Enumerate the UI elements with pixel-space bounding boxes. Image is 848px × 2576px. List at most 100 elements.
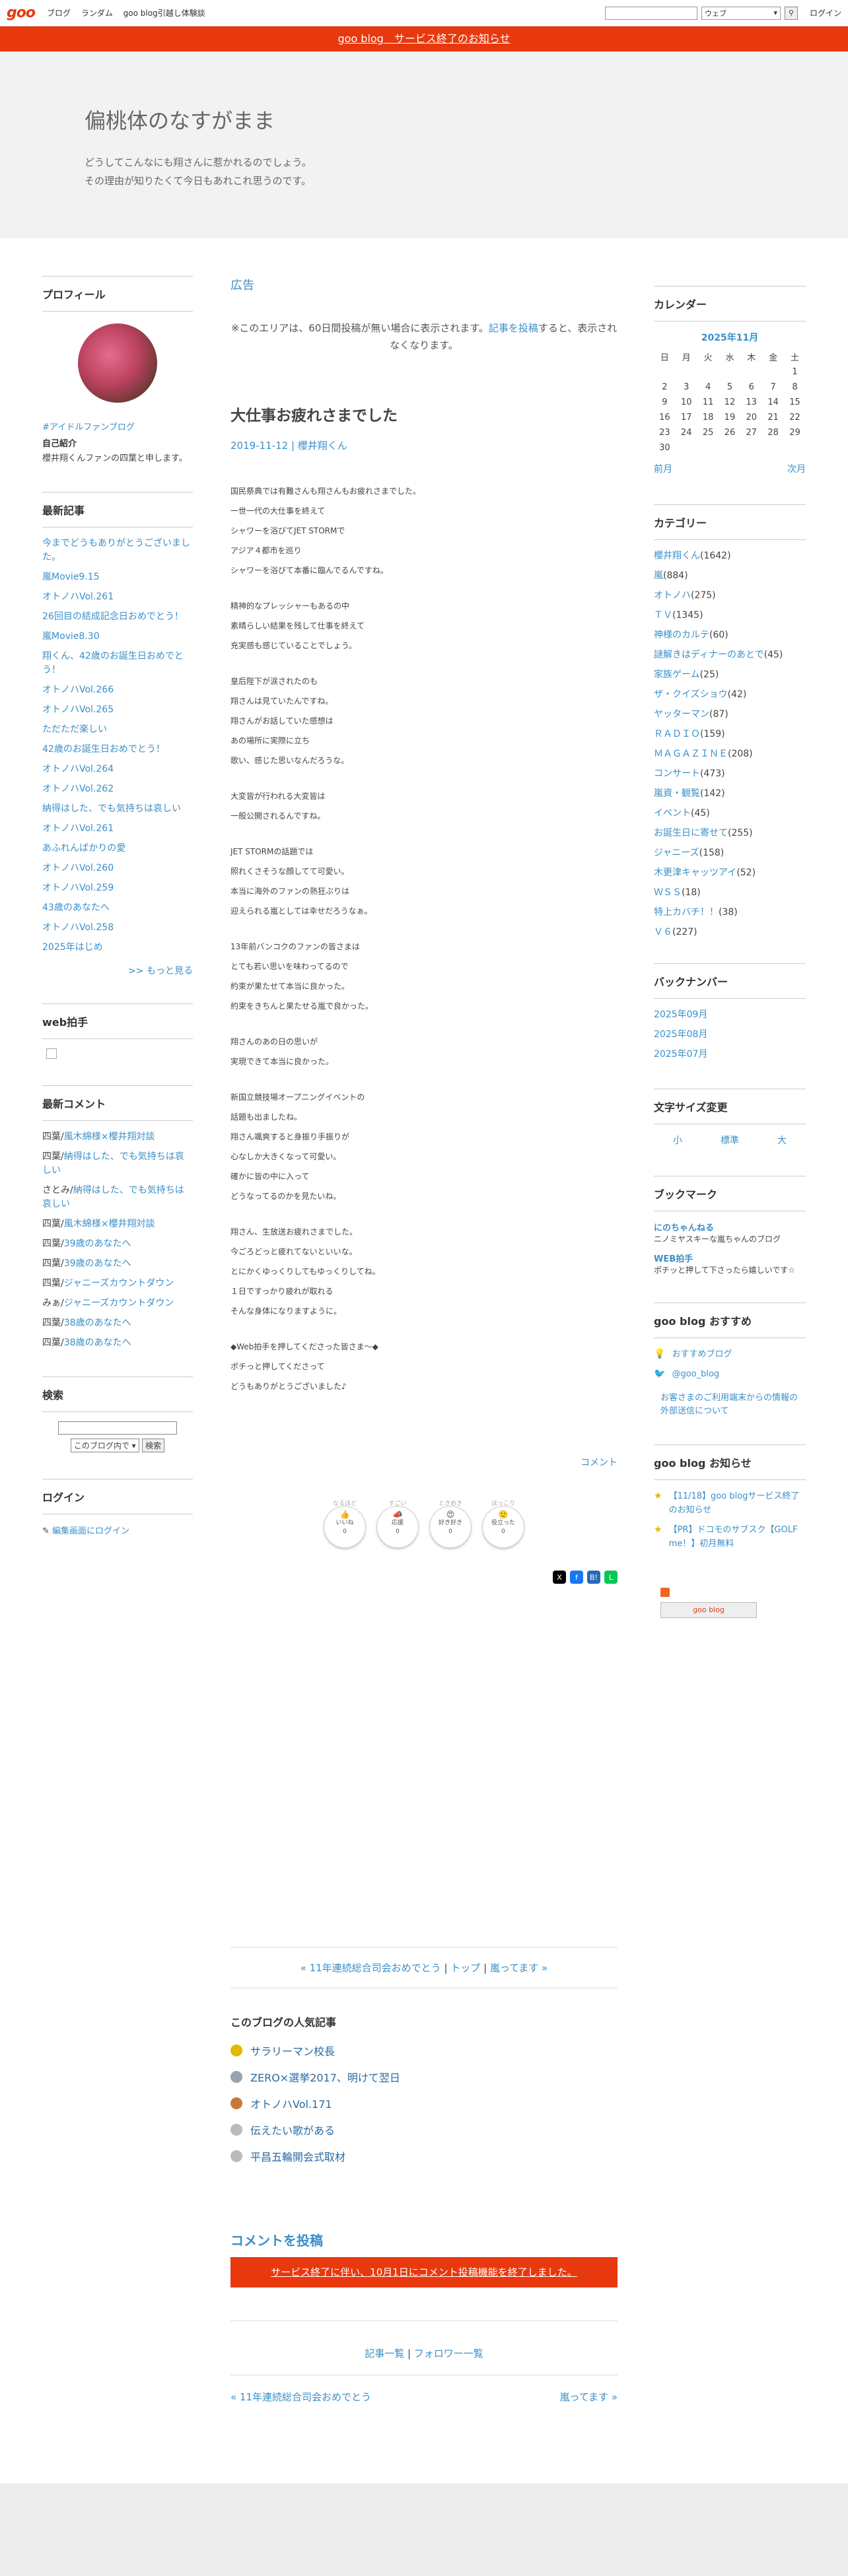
gooinfo-link-2[interactable]: 【PR】ドコモのサブスク【GOLF me！】初月無料 bbox=[669, 1523, 806, 1551]
category-link[interactable]: イベント bbox=[654, 808, 691, 819]
calendar-day[interactable]: 17 bbox=[676, 410, 697, 425]
backnumber-item[interactable]: 2025年08月 bbox=[654, 1028, 806, 1042]
top-login-link[interactable]: ログイン bbox=[810, 7, 841, 18]
search-icon[interactable]: ⚲ bbox=[784, 6, 798, 20]
calendar-prev-link[interactable]: 前月 bbox=[654, 462, 672, 475]
category-link[interactable]: Ｖ６ bbox=[654, 927, 672, 937]
calendar-day[interactable]: 7 bbox=[762, 380, 784, 395]
reaction-button[interactable]: すごい 📣 応援 0 bbox=[376, 1501, 419, 1548]
goo-logo[interactable]: goo bbox=[7, 5, 36, 21]
reaction-button[interactable]: なるほど 👍 いいね 0 bbox=[324, 1501, 366, 1548]
calendar-day[interactable]: 6 bbox=[740, 380, 762, 395]
comment-post-link[interactable]: 風木綿様×櫻井翔対談 bbox=[64, 1132, 155, 1142]
recent-item[interactable]: 26回目の結成記念日おめでとう！ bbox=[42, 610, 193, 624]
category-link[interactable]: オトノハ bbox=[654, 590, 691, 601]
calendar-day[interactable]: 5 bbox=[719, 380, 741, 395]
recent-item[interactable]: オトノハVol.260 bbox=[42, 862, 193, 875]
calendar-day[interactable]: 9 bbox=[654, 395, 676, 410]
recommend-twitter-link[interactable]: @goo_blog bbox=[672, 1369, 719, 1379]
category-link[interactable]: ザ・クイズショウ bbox=[654, 689, 728, 700]
calendar-day[interactable]: 24 bbox=[676, 425, 697, 440]
recent-item[interactable]: オトノハVol.261 bbox=[42, 590, 193, 604]
calendar-day[interactable]: 1 bbox=[784, 364, 806, 380]
recent-item[interactable]: 嵐Movie9.15 bbox=[42, 570, 193, 584]
calendar-day[interactable]: 25 bbox=[697, 425, 719, 440]
comment-post-link[interactable]: 39歳のあなたへ bbox=[64, 1258, 131, 1269]
comment-post-link[interactable]: 納得はした、でも気持ちは哀しい bbox=[42, 1151, 184, 1176]
webclap-image-icon[interactable] bbox=[46, 1048, 57, 1059]
reaction-button[interactable]: ときめき 😍 好き好き 0 bbox=[429, 1501, 472, 1548]
top-search-input[interactable] bbox=[604, 6, 697, 20]
category-link[interactable]: コンサート bbox=[654, 768, 700, 779]
top-search-select[interactable]: ウェブ ▾ bbox=[701, 6, 781, 20]
category-link[interactable]: 嵐 bbox=[654, 570, 663, 581]
popular-item[interactable]: ZERO×選挙2017、明けて翌日 bbox=[230, 2069, 618, 2085]
category-link[interactable]: 木更津キャッツアイ bbox=[654, 867, 736, 878]
category-link[interactable]: ＭＡＧＡＺＩＮＥ bbox=[654, 749, 728, 759]
bookmark-link[interactable]: WEB拍手 bbox=[654, 1252, 806, 1264]
facebook-share-icon[interactable]: f bbox=[570, 1571, 583, 1584]
calendar-day[interactable]: 22 bbox=[784, 410, 806, 425]
calendar-day[interactable]: 21 bbox=[762, 410, 784, 425]
category-link[interactable]: ヤッターマン bbox=[654, 709, 709, 720]
recent-item[interactable]: あふれんばかりの愛 bbox=[42, 842, 193, 856]
more-link[interactable]: >> もっと見る bbox=[42, 964, 193, 977]
blog-search-input[interactable] bbox=[58, 1421, 177, 1435]
calendar-day[interactable]: 30 bbox=[654, 440, 676, 456]
calendar-day[interactable]: 19 bbox=[719, 410, 741, 425]
top-nav-moving[interactable]: goo blog引越し体験談 bbox=[124, 9, 205, 18]
next-article-link[interactable]: 嵐ってます » bbox=[560, 2390, 618, 2404]
prev-article-link[interactable]: « 11年連続総合司会おめでとう bbox=[230, 2390, 371, 2404]
calendar-day[interactable]: 4 bbox=[697, 380, 719, 395]
calendar-day[interactable]: 8 bbox=[784, 380, 806, 395]
recent-item[interactable]: オトノハVol.264 bbox=[42, 763, 193, 776]
follower-list-link[interactable]: フォロワー一覧 bbox=[414, 2348, 483, 2359]
prev-post-link[interactable]: « 11年連続総合司会おめでとう bbox=[300, 1962, 441, 1974]
recent-item[interactable]: オトノハVol.266 bbox=[42, 683, 193, 697]
category-link[interactable]: 神様のカルテ bbox=[654, 630, 709, 640]
line-share-icon[interactable]: L bbox=[604, 1571, 618, 1584]
gooinfo-link-1[interactable]: 【11/18】goo blogサービス終了のお知らせ bbox=[669, 1489, 806, 1517]
category-link[interactable]: ジャニーズ bbox=[654, 848, 699, 858]
comment-post-link[interactable]: ジャニーズカウントダウン bbox=[64, 1278, 174, 1289]
calendar-day[interactable]: 2 bbox=[654, 380, 676, 395]
category-link[interactable]: ＴＶ bbox=[654, 610, 672, 621]
calendar-day[interactable]: 13 bbox=[740, 395, 762, 410]
calendar-day[interactable]: 26 bbox=[719, 425, 741, 440]
popular-item[interactable]: 平昌五輪開会式取材 bbox=[230, 2148, 618, 2164]
backnumber-item[interactable]: 2025年07月 bbox=[654, 1048, 806, 1062]
x-share-icon[interactable]: X bbox=[553, 1571, 566, 1584]
hatena-share-icon[interactable]: B! bbox=[587, 1571, 600, 1584]
recent-item[interactable]: 42歳のお誕生日おめでとう！ bbox=[42, 743, 193, 757]
calendar-day[interactable]: 11 bbox=[697, 395, 719, 410]
top-link[interactable]: トップ bbox=[450, 1962, 480, 1974]
reaction-button[interactable]: ほっこり 🙂 役立った 0 bbox=[482, 1501, 524, 1548]
backnumber-list[interactable]: 2025年09月 2025年08月 2025年07月 2025年06月 bbox=[654, 1008, 806, 1069]
popular-item[interactable]: 伝えたい歌がある bbox=[230, 2122, 618, 2138]
popular-item-title[interactable]: ZERO×選挙2017、明けて翌日 bbox=[250, 2069, 400, 2085]
category-link[interactable]: ＲＡＤＩＯ bbox=[654, 729, 700, 739]
recommend-blog-link[interactable]: おすすめブログ bbox=[672, 1349, 732, 1359]
post-date[interactable]: 2019-11-12 bbox=[230, 440, 288, 452]
recent-item[interactable]: オトノハVol.258 bbox=[42, 921, 193, 935]
recent-item[interactable]: 2025年はじめ bbox=[42, 941, 193, 955]
recent-item[interactable]: 翔くん、42歳のお誕生日おめでとう！ bbox=[42, 650, 193, 677]
service-end-notice[interactable]: goo blog サービス終了のお知らせ bbox=[0, 26, 848, 51]
top-nav-blog[interactable]: ブログ bbox=[47, 9, 71, 18]
fontsize-large[interactable]: 大 bbox=[777, 1134, 787, 1147]
recent-item[interactable]: 納得はした、でも気持ちは哀しい bbox=[42, 802, 193, 816]
blog-title[interactable]: 偏桃体のなすがまま bbox=[85, 104, 848, 135]
recent-item[interactable]: オトノハVol.259 bbox=[42, 881, 193, 895]
recent-item[interactable]: オトノハVol.261 bbox=[42, 822, 193, 836]
popular-item[interactable]: サラリーマン校長 bbox=[230, 2043, 618, 2058]
bookmark-link[interactable]: にのちゃんねる bbox=[654, 1221, 806, 1233]
edit-login-link[interactable]: 編集画面にログイン bbox=[52, 1526, 129, 1536]
recent-item[interactable]: オトノハVol.265 bbox=[42, 703, 193, 717]
blog-search-scope[interactable]: このブログ内で ▾ bbox=[70, 1439, 139, 1452]
popular-item[interactable]: オトノハVol.171 bbox=[230, 2095, 618, 2111]
recent-item[interactable]: ただただ楽しい bbox=[42, 723, 193, 737]
calendar-day[interactable]: 28 bbox=[762, 425, 784, 440]
recent-item[interactable]: 嵐Movie8.30 bbox=[42, 630, 193, 644]
calendar-day[interactable]: 29 bbox=[784, 425, 806, 440]
post-title[interactable]: 大仕事お疲れさまでした bbox=[230, 403, 618, 425]
